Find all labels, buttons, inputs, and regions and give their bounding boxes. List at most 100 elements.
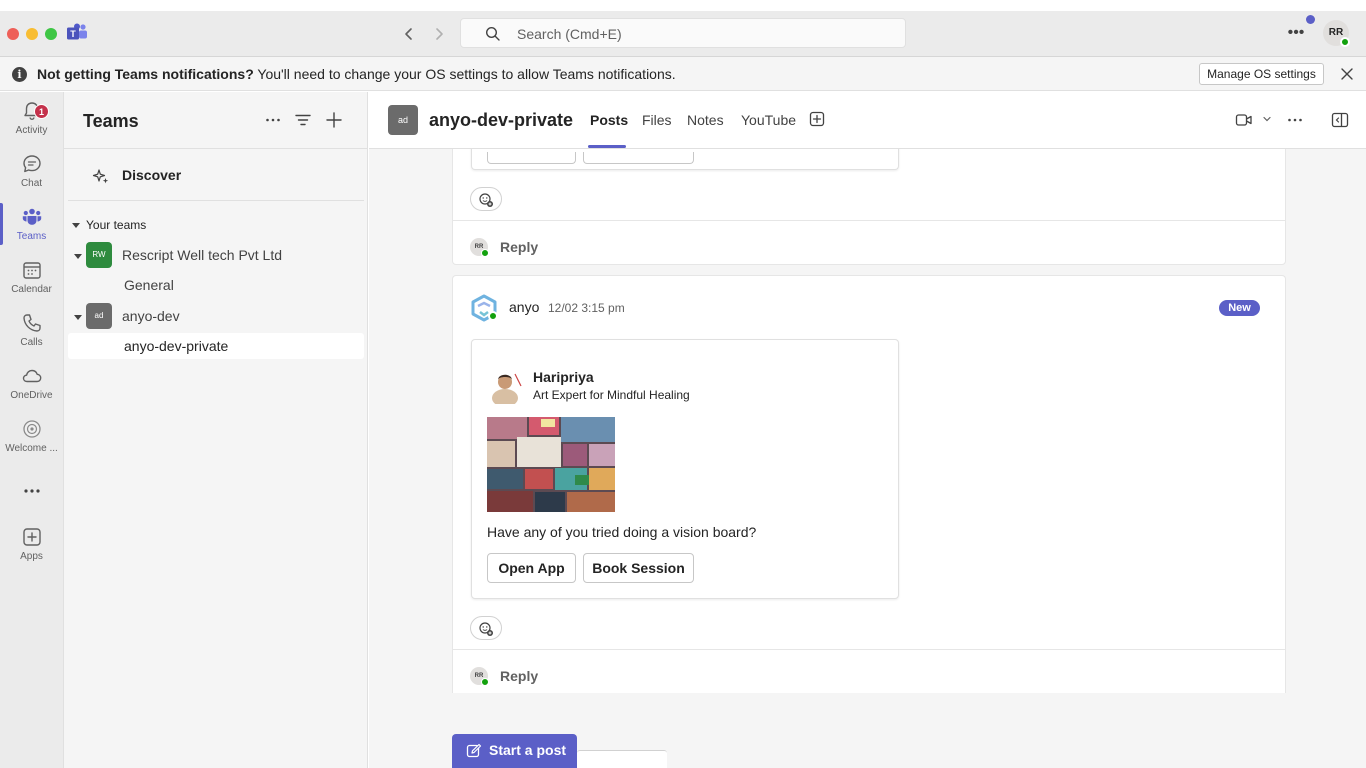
- team-name: anyo-dev: [122, 308, 180, 324]
- rail-label-activity: Activity: [15, 125, 48, 136]
- tab-notes[interactable]: Notes: [687, 112, 724, 128]
- teams-list-panel: Teams Discover Your teams RW Rescript We…: [64, 92, 368, 768]
- close-icon[interactable]: [1339, 66, 1355, 82]
- notification-bold-text: Not getting Teams notifications?: [37, 66, 254, 82]
- book-session-button[interactable]: Book Session: [583, 553, 694, 583]
- reply-row[interactable]: RR Reply: [453, 649, 1285, 693]
- start-post-button[interactable]: Start a post: [452, 734, 577, 768]
- posts-feed: RR Reply anyo 12/02 3:15 pm New Haripriy…: [369, 149, 1366, 768]
- forward-arrow-icon[interactable]: [428, 23, 450, 45]
- expert-name: Haripriya: [533, 369, 594, 385]
- section-label: Your teams: [86, 218, 147, 232]
- search-box[interactable]: [460, 18, 906, 48]
- info-icon: i: [12, 67, 27, 82]
- add-reaction-button[interactable]: [470, 187, 502, 211]
- tab-posts[interactable]: Posts: [590, 112, 628, 128]
- post-card: RR Reply: [452, 149, 1286, 265]
- book-session-button[interactable]: [583, 152, 694, 164]
- presence-available-icon: [481, 249, 489, 257]
- rail-item-teams[interactable]: Teams: [0, 206, 63, 258]
- side-panel-icon[interactable]: [1331, 111, 1349, 129]
- post-message: Have any of you tried doing a vision boa…: [487, 524, 757, 540]
- teams-logo-icon: T: [66, 23, 88, 43]
- user-avatar[interactable]: RR: [1323, 20, 1350, 47]
- reply-avatar: RR: [470, 238, 489, 257]
- window-close-button[interactable]: [7, 28, 19, 40]
- channel-title: anyo-dev-private: [429, 110, 574, 130]
- post-timestamp: 12/02 3:15 pm: [548, 301, 625, 315]
- discover-link[interactable]: Discover: [92, 166, 362, 186]
- video-call-icon[interactable]: [1235, 111, 1253, 129]
- rail-label-calendar: Calendar: [11, 284, 52, 295]
- window-minimize-button[interactable]: [26, 28, 38, 40]
- more-options-icon[interactable]: •••: [1284, 23, 1308, 43]
- chevron-down-icon: [74, 254, 82, 259]
- divider: [68, 200, 364, 201]
- emoji-add-icon: [479, 193, 493, 207]
- tab-files[interactable]: Files: [642, 112, 672, 128]
- title-bar: T ••• RR: [0, 11, 1366, 57]
- phone-icon: [22, 314, 41, 332]
- back-arrow-icon[interactable]: [398, 23, 420, 45]
- discover-label: Discover: [122, 167, 182, 183]
- more-apps-icon[interactable]: [0, 481, 63, 501]
- active-tab-indicator: [588, 145, 626, 148]
- channel-item-anyo-dev-private[interactable]: anyo-dev-private: [68, 333, 364, 359]
- reply-button[interactable]: Reply: [500, 239, 538, 255]
- tab-youtube[interactable]: YouTube: [741, 112, 796, 128]
- adaptive-card: Haripriya Art Expert for Mindful Healing: [471, 339, 899, 599]
- divider: [64, 148, 368, 149]
- rail-label-apps: Apps: [20, 551, 43, 562]
- channel-header: ad anyo-dev-private Posts Files Notes Yo…: [369, 92, 1366, 149]
- rail-item-apps[interactable]: Apps: [0, 526, 63, 578]
- adaptive-card: [471, 149, 899, 170]
- welcome-app-icon: [22, 420, 41, 438]
- emoji-add-icon: [479, 622, 493, 636]
- notification-text: Not getting Teams notifications? You'll …: [37, 66, 676, 82]
- post-options-tab[interactable]: [577, 750, 667, 768]
- calendar-icon: [22, 262, 41, 279]
- window-maximize-button[interactable]: [45, 28, 57, 40]
- filter-icon[interactable]: [293, 110, 313, 130]
- post-card: anyo 12/02 3:15 pm New Haripriya Art Exp…: [452, 275, 1286, 693]
- channel-name: General: [124, 277, 174, 293]
- add-reaction-button[interactable]: [470, 616, 502, 640]
- channel-avatar: ad: [388, 105, 418, 135]
- rail-label-welcome: Welcome ...: [5, 443, 58, 454]
- start-post-label: Start a post: [489, 742, 567, 758]
- rail-item-calendar[interactable]: Calendar: [0, 259, 63, 311]
- channel-item-general[interactable]: General: [68, 272, 364, 298]
- your-teams-section-toggle[interactable]: Your teams: [72, 218, 146, 232]
- add-icon[interactable]: [324, 110, 344, 130]
- rail-item-chat[interactable]: Chat: [0, 153, 63, 205]
- open-app-button[interactable]: Open App: [487, 553, 576, 583]
- activity-count-badge: 1: [34, 104, 49, 119]
- vision-board-image: [487, 417, 615, 512]
- rail-label-onedrive: OneDrive: [10, 390, 53, 401]
- profile-photo: [487, 366, 523, 404]
- team-avatar: RW: [86, 242, 112, 268]
- rail-item-activity[interactable]: 1 Activity: [0, 100, 63, 152]
- teams-icon: [22, 208, 41, 225]
- panel-title: Teams: [83, 111, 139, 131]
- sparkle-icon: [92, 169, 109, 184]
- rail-item-onedrive[interactable]: OneDrive: [0, 365, 63, 417]
- reply-button[interactable]: Reply: [500, 668, 538, 684]
- search-input[interactable]: [517, 24, 877, 44]
- manage-os-settings-button[interactable]: Manage OS settings: [1199, 63, 1324, 85]
- reply-row[interactable]: RR Reply: [453, 220, 1285, 264]
- rail-item-welcome[interactable]: Welcome ...: [0, 418, 63, 470]
- open-app-button[interactable]: [487, 152, 576, 164]
- more-options-icon[interactable]: [263, 110, 283, 130]
- chevron-down-icon: [74, 315, 82, 320]
- svg-text:T: T: [70, 29, 76, 39]
- rail-label-calls: Calls: [20, 337, 43, 348]
- post-author: anyo: [509, 299, 540, 315]
- team-item-anyo-dev[interactable]: ad anyo-dev: [72, 303, 362, 331]
- chevron-down-icon[interactable]: [1262, 114, 1272, 124]
- add-tab-icon[interactable]: [809, 111, 825, 127]
- anyo-bot-avatar: [469, 293, 499, 323]
- team-item-rescript[interactable]: RW Rescript Well tech Pvt Ltd: [72, 242, 362, 270]
- rail-item-calls[interactable]: Calls: [0, 312, 63, 364]
- more-options-icon[interactable]: [1285, 111, 1305, 129]
